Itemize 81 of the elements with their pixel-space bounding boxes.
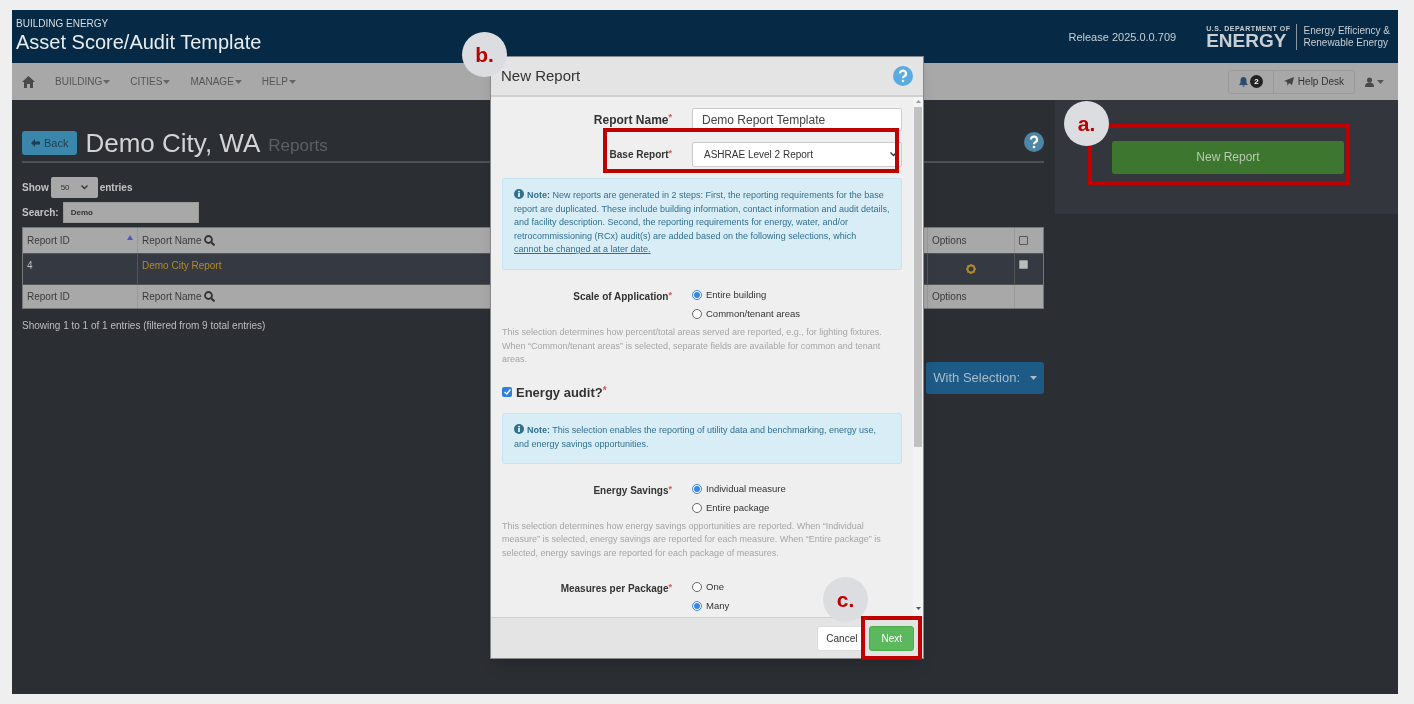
column-header[interactable]: Report ID <box>23 285 138 308</box>
table-info: Showing 1 to 1 of 1 entries (filtered from 9 total entries) <box>22 319 266 333</box>
field-label: Energy Savings <box>593 485 669 496</box>
info-icon <box>514 189 524 199</box>
radio-option[interactable]: Entire package <box>692 501 786 516</box>
caret-icon <box>1377 79 1384 84</box>
radio-option[interactable]: Many <box>692 599 730 614</box>
chevron-down-icon <box>80 185 88 190</box>
app-title: Asset Score/Audit Template <box>16 30 262 54</box>
page-size-select[interactable]: 50 <box>50 177 98 198</box>
caret-icon <box>103 79 111 84</box>
field-label: Scale of Application <box>573 290 669 302</box>
caret-icon <box>163 79 171 84</box>
search-label: Search: <box>22 206 59 220</box>
page-title: Demo City, WA <box>85 129 261 157</box>
caret-icon <box>1030 376 1037 380</box>
table-cell: 4 <box>23 254 138 284</box>
help-text: This selection determines how percent/total areas served are reported, e.g., for lighting fixtures. When “Common/tenant areas” is selected, separate fields are available for common and tenant areas. <box>502 326 883 366</box>
required-mark: * <box>668 111 672 122</box>
show-label: Show <box>22 181 49 195</box>
user-menu-button[interactable] <box>1365 76 1384 87</box>
caret-icon <box>288 79 296 84</box>
required-mark: * <box>668 484 672 494</box>
help-desk-button[interactable]: Help Desk <box>1273 69 1355 94</box>
paper-plane-icon <box>1283 77 1294 86</box>
note-link[interactable]: cannot be changed at a later date. <box>514 244 651 254</box>
radio-option[interactable]: One <box>692 580 730 595</box>
entries-label: entries <box>99 181 133 195</box>
scroll-down-icon <box>915 607 921 610</box>
nav-menu[interactable]: BUILDING <box>55 76 111 87</box>
note-text: Note: New reports are generated in 2 steps: First, the reporting requirements for the base report are duplicated. These include building information, contact information and audit details, and facility description. Second, the reporting requirements for energy, water, and/or retrocommissioning (RCx) audit(s) are added based on the following selections, which cannot be changed at a later date. <box>514 189 890 256</box>
cancel-button[interactable]: Cancel <box>817 625 867 651</box>
search-icon <box>204 291 216 302</box>
report-link[interactable]: Demo City Report <box>142 260 222 271</box>
note-text: Note: This selection enables the reporting of utility data and benchmarking, energy use, and energy savings opportunities. <box>514 424 878 451</box>
section-heading: Energy audit? <box>516 384 603 400</box>
checkbox[interactable] <box>502 387 512 398</box>
notification-count: 2 <box>1249 75 1263 88</box>
brand-kicker: BUILDING ENERGY <box>16 18 110 30</box>
new-report-button[interactable]: New Report <box>1112 140 1344 174</box>
checkbox[interactable] <box>1019 260 1028 269</box>
arrow-left-icon <box>31 139 40 147</box>
info-icon <box>514 424 524 434</box>
radio-option[interactable]: Common/tenant areas <box>692 306 800 321</box>
bell-icon <box>1238 76 1248 87</box>
release-label: Release 2025.0.0.709 <box>1068 29 1177 45</box>
checkbox[interactable] <box>1019 236 1028 245</box>
with-selection-button[interactable]: With Selection: <box>926 362 1044 394</box>
radio-option[interactable]: Entire building <box>692 287 800 302</box>
field-label: Base Report <box>609 149 669 160</box>
search-field[interactable]: Demo <box>62 202 199 223</box>
logo-text: Energy Efficiency & <box>1303 25 1390 37</box>
column-header[interactable]: Options <box>928 285 1015 308</box>
nav-menu[interactable]: HELP <box>261 76 296 87</box>
base-report-select[interactable]: ASHRAE Level 2 Report <box>692 142 902 167</box>
gear-icon <box>966 264 976 274</box>
help-icon <box>893 66 913 86</box>
nav-menu[interactable]: CITIES <box>130 76 171 87</box>
logo-wordmark: ENERGY <box>1206 31 1287 50</box>
help-icon <box>1024 131 1044 152</box>
scrollbar[interactable] <box>913 97 923 617</box>
highlight-frame <box>861 616 922 660</box>
user-icon <box>1365 76 1374 87</box>
required-mark: * <box>668 148 672 158</box>
search-icon <box>204 235 216 246</box>
field-label: Measures per Package <box>560 583 669 594</box>
field-label: Report Name <box>593 112 669 127</box>
sort-icon <box>127 235 133 240</box>
radio-option[interactable]: Individual measure <box>692 482 786 497</box>
logo-text: Renewable Energy <box>1303 37 1389 49</box>
required-mark: * <box>602 384 607 396</box>
check-icon <box>503 389 511 396</box>
notifications-button[interactable]: 2 <box>1227 69 1274 94</box>
required-mark: * <box>668 582 672 592</box>
nav-menu[interactable]: MANAGE <box>190 76 242 87</box>
home-icon <box>22 75 35 88</box>
required-mark: * <box>668 289 672 300</box>
caret-icon <box>234 79 242 84</box>
back-button[interactable]: Back <box>22 131 78 155</box>
help-text: This selection determines how energy savings opportunities are reported. When “Individual measure” is selected, energy savings are reported for each measure. When “Entire package” is selected, energy savings are reported for each package of measures. <box>502 519 882 560</box>
chevron-down-icon <box>890 152 897 157</box>
